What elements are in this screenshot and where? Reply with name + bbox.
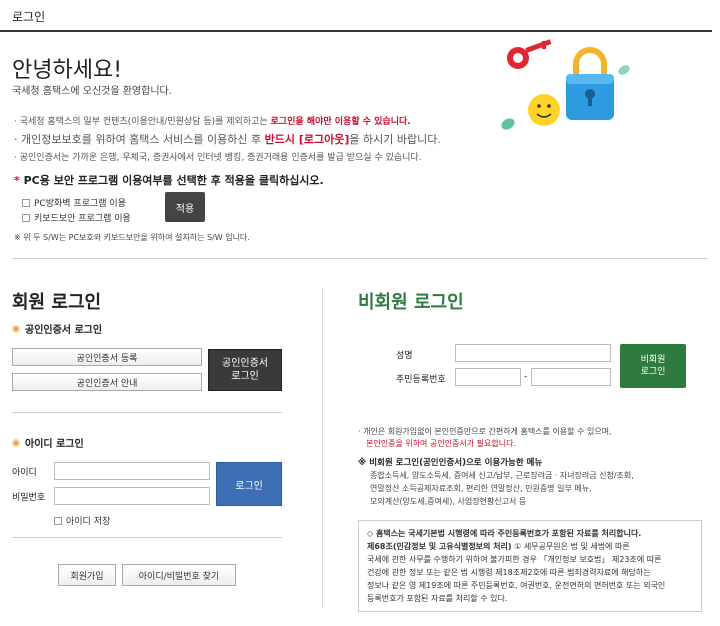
member-divider-2 <box>12 537 282 538</box>
cert-login-heading: 공인인증서 로그인 <box>12 321 102 336</box>
nonmember-menu-title: ※ 비회원 로그인(공인인증서)으로 이용가능한 메뉴 <box>358 458 543 468</box>
rrn-dash: - <box>524 372 528 382</box>
info-line: 정보나 같은 영 제19조에 따른 주민등록번호, 여권번호, 운전면허의 면허… <box>367 581 666 590</box>
notice-certificate: · 공인인증서는 가까운 은행, 우체국, 증권사에서 인터넷 뱅킹, 증권거래… <box>14 153 422 163</box>
nonmember-menu-line: 모의계산(양도세,증여세), 사업장현황신고서 등 <box>370 497 527 506</box>
nonmember-login-button[interactable]: 비회원 로그인 <box>620 344 686 388</box>
checkbox-box[interactable] <box>22 213 30 222</box>
info-heading: ◇ 홈택스는 국세기본법 시행령에 따라 주민등록번호가 포함된 자료를 처리합… <box>367 529 642 538</box>
nonmember-cert-note: 본인인증을 위하여 공인인증서가 필요합니다. <box>366 439 517 448</box>
header-bar: 로그인 <box>0 0 712 32</box>
cert-login-button[interactable]: 공인인증서 로그인 <box>208 349 282 391</box>
name-label: 성명 <box>396 351 413 361</box>
name-input[interactable] <box>455 344 611 362</box>
smile-icon <box>528 94 560 126</box>
page-title: 로그인 <box>12 10 46 24</box>
checkbox-box[interactable] <box>54 516 62 525</box>
id-login-button[interactable]: 로그인 <box>216 462 282 506</box>
security-illustration <box>501 39 630 130</box>
lock-icon <box>566 47 614 120</box>
apply-button[interactable]: 적용 <box>165 192 205 222</box>
nonmember-login-title: 비회원 로그인 <box>358 292 464 313</box>
id-label: 아이디 <box>12 468 37 478</box>
nonmember-menu-line: 연말정산 소득공제자료조회, 편리한 연말정산, 민원증명 일부 메뉴, <box>370 484 592 493</box>
info-line: 등록번호가 포함된 자료를 처리할 수 있다. <box>367 594 508 603</box>
bullet-icon <box>12 324 20 333</box>
member-login-title: 회원 로그인 <box>12 292 102 313</box>
find-id-password-button[interactable]: 아이디/비밀번호 찾기 <box>122 564 236 586</box>
id-input[interactable] <box>54 462 210 480</box>
notice-logout: · 개인정보보호를 위하여 홈택스 서비스를 이용하신 후 반드시 [로그아웃]… <box>14 133 441 146</box>
password-input[interactable] <box>54 487 210 505</box>
bullet-icon <box>12 438 20 447</box>
info-line: 제68조(민감정보 및 고유식별정보의 처리) ① 세무공무원은 법 및 세법에… <box>367 542 630 551</box>
keyboard-security-checkbox[interactable]: 키보드보안 프로그램 이용 <box>22 211 131 224</box>
password-label: 비밀번호 <box>12 493 46 503</box>
pc-security-title: * PC용 보안 프로그램 이용여부를 선택한 후 적용을 클릭하십시오. <box>14 174 324 187</box>
key-icon <box>507 39 552 69</box>
firewall-checkbox[interactable]: PC방화벽 프로그램 이용 <box>22 196 126 209</box>
join-button[interactable]: 회원가입 <box>58 564 116 586</box>
section-divider <box>12 258 708 259</box>
nonmember-menu-line: 종합소득세, 양도소득세, 증여세 신고/납부, 근로장려금ㆍ자녀장려금 신청/… <box>370 471 634 480</box>
rrn-front-input[interactable] <box>455 368 521 386</box>
cert-guide-button[interactable]: 공인인증서 안내 <box>12 373 202 391</box>
greeting-title: 안녕하세요! <box>12 58 123 83</box>
cert-register-button[interactable]: 공인인증서 등록 <box>12 348 202 366</box>
greeting-subtitle: 국세청 홈택스에 오신것을 환영합니다. <box>12 86 172 97</box>
rrn-back-input[interactable] <box>531 368 611 386</box>
info-line: 건강에 관한 정보 또는 같은 법 시행령 제18조제2호에 따른 범죄경력자료… <box>367 568 651 577</box>
rrn-label: 주민등록번호 <box>396 375 446 385</box>
pc-security-footnote: ※ 위 두 S/W는 PC보호와 키보드보안을 위하여 설치하는 S/W 입니다… <box>14 233 250 242</box>
save-id-checkbox[interactable]: 아이디 저장 <box>54 514 110 527</box>
member-divider <box>12 412 282 413</box>
notice-login-required: · 국세청 홈택스의 일부 컨텐츠(이용안내/민원상담 등)를 제외하고는 로그… <box>14 117 411 127</box>
checkbox-box[interactable] <box>22 198 30 207</box>
privacy-info-box: ◇ 홈택스는 국세기본법 시행령에 따라 주민등록번호가 포함된 자료를 처리합… <box>358 520 702 612</box>
nonmember-note: · 개인은 회원가입없이 본인인증만으로 간편하게 홈택스를 이용할 수 있으며… <box>358 427 612 436</box>
id-login-heading: 아이디 로그인 <box>12 435 84 450</box>
column-divider <box>322 288 323 608</box>
info-line: 국세에 관한 사무를 수행하기 위하여 불가피한 경우 「개인정보 보호법」 제… <box>367 555 662 564</box>
